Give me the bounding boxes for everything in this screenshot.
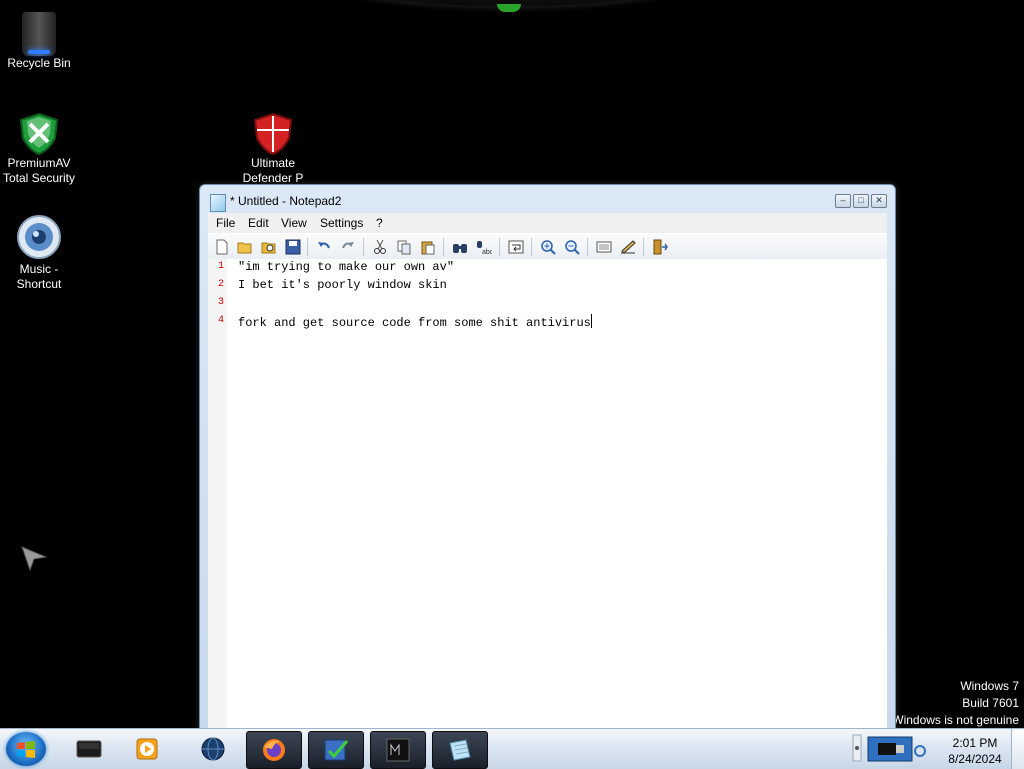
desktop-icon-label: Ultimate Defender P [242, 156, 304, 185]
menu-file[interactable]: File [216, 216, 235, 230]
taskbar-task-app[interactable] [308, 731, 364, 769]
notepad2-icon [449, 739, 471, 761]
ie-globe-icon [201, 737, 225, 761]
editor-line: 3 [208, 295, 887, 313]
desktop-icon-music[interactable]: Music - Shortcut [0, 214, 78, 292]
top-decoration [300, 0, 720, 12]
maximize-button[interactable]: □ [853, 194, 869, 208]
desktop-icon-premiumav[interactable]: PremiumAV Total Security [0, 110, 78, 186]
notepad2-icon [210, 194, 226, 212]
recycle-bin-icon [22, 12, 56, 56]
find-icon[interactable] [452, 239, 468, 255]
toolbar-separator [587, 238, 588, 256]
open-icon[interactable] [237, 239, 253, 255]
desktop-icon-label: Recycle Bin [7, 56, 71, 70]
line-number: 4 [217, 315, 224, 326]
line-text-with-caret: fork and get source code from some shit … [238, 314, 592, 330]
terminal-app-icon [76, 740, 102, 758]
show-desktop-button[interactable] [1011, 729, 1024, 769]
shield-check-icon [19, 112, 59, 156]
customize-icon[interactable] [620, 239, 636, 255]
task-check-icon [324, 739, 349, 761]
copy-icon[interactable] [396, 239, 412, 255]
speaker-icon [15, 214, 63, 262]
line-text: I bet it's poorly window skin [238, 278, 447, 292]
line-text: fork and get source code from some shit … [238, 316, 591, 330]
taskbar-firefox[interactable] [246, 731, 302, 769]
windows-logo-icon [17, 741, 35, 758]
paste-icon[interactable] [420, 239, 436, 255]
save-icon[interactable] [285, 239, 301, 255]
notepad2-window: * Untitled - Notepad2 – □ ✕ File Edit Vi… [199, 184, 896, 732]
line-number: 1 [217, 261, 224, 272]
windows-watermark: Windows 7 Build 7601 Windows is not genu… [892, 678, 1019, 729]
menu-bar: File Edit View Settings ? [208, 213, 887, 233]
toolbar-separator [531, 238, 532, 256]
desktop-icon-ultimate-defender[interactable]: Ultimate Defender P [234, 110, 312, 188]
editor-line: 4 fork and get source code from some shi… [208, 313, 887, 331]
taskbar: 2:01 PM 8/24/2024 [0, 728, 1024, 769]
taskbar-ie[interactable] [186, 731, 240, 767]
zoom-in-icon[interactable] [540, 239, 556, 255]
start-button[interactable] [6, 732, 46, 766]
clock-date: 8/24/2024 [948, 752, 1002, 766]
watermark-line: Windows is not genuine [892, 713, 1019, 727]
redo-icon[interactable] [340, 239, 356, 255]
exit-icon[interactable] [652, 239, 668, 255]
undo-icon[interactable] [316, 239, 332, 255]
toolbar-separator [643, 238, 644, 256]
cut-icon[interactable] [372, 239, 388, 255]
toolbar-separator [443, 238, 444, 256]
window-title: * Untitled - Notepad2 [230, 194, 342, 208]
window-controls: – □ ✕ [835, 194, 887, 208]
zoom-out-icon[interactable] [564, 239, 580, 255]
new-icon[interactable] [214, 239, 230, 255]
menu-help[interactable]: ? [376, 216, 383, 230]
tray-overflow-icon[interactable] [852, 733, 862, 763]
monitor-app-icon [386, 738, 410, 762]
schemes-icon[interactable] [596, 239, 612, 255]
editor-line: 1 "im trying to make our own av" [208, 259, 887, 277]
clock-time: 2:01 PM [952, 736, 998, 750]
desktop-icon-label: PremiumAV Total Security [2, 156, 76, 185]
toolbar-separator [499, 238, 500, 256]
watermark-line: Build 7601 [962, 696, 1019, 710]
menu-settings[interactable]: Settings [320, 216, 363, 230]
text-editor[interactable]: 1 "im trying to make our own av" 2 I bet… [208, 259, 887, 731]
browse-icon[interactable] [261, 239, 277, 255]
close-button[interactable]: ✕ [871, 194, 887, 208]
watermark-line: Windows 7 [960, 679, 1019, 693]
editor-line: 2 I bet it's poorly window skin [208, 277, 887, 295]
line-number: 3 [217, 297, 224, 308]
media-player-icon [136, 738, 158, 760]
taskbar-terminal[interactable] [62, 731, 116, 767]
taskbar-monitor-app[interactable] [370, 731, 426, 769]
shield-red-icon [253, 112, 293, 156]
desktop-icon-recycle-bin[interactable]: Recycle Bin [0, 6, 78, 71]
mouse-pointer-icon [20, 543, 48, 572]
minimize-button[interactable]: – [835, 194, 851, 208]
desktop-icon-label: Music - Shortcut [16, 262, 62, 291]
toolbar-separator [363, 238, 364, 256]
line-number: 2 [217, 279, 224, 290]
network-tray-icon[interactable] [866, 733, 926, 765]
word-wrap-icon[interactable] [508, 239, 524, 255]
line-text: "im trying to make our own av" [238, 260, 455, 274]
status-led [497, 4, 521, 12]
firefox-icon [263, 739, 285, 761]
replace-icon[interactable]: abc [476, 239, 494, 256]
taskbar-clock[interactable]: 2:01 PM 8/24/2024 [936, 735, 1014, 767]
taskbar-notepad2[interactable] [432, 731, 488, 769]
svg-text:abc: abc [482, 249, 492, 255]
toolbar-separator [307, 238, 308, 256]
text-caret [590, 314, 592, 328]
taskbar-media-player[interactable] [120, 731, 174, 767]
menu-edit[interactable]: Edit [248, 216, 269, 230]
toolbar: abc [208, 233, 887, 261]
menu-view[interactable]: View [281, 216, 307, 230]
